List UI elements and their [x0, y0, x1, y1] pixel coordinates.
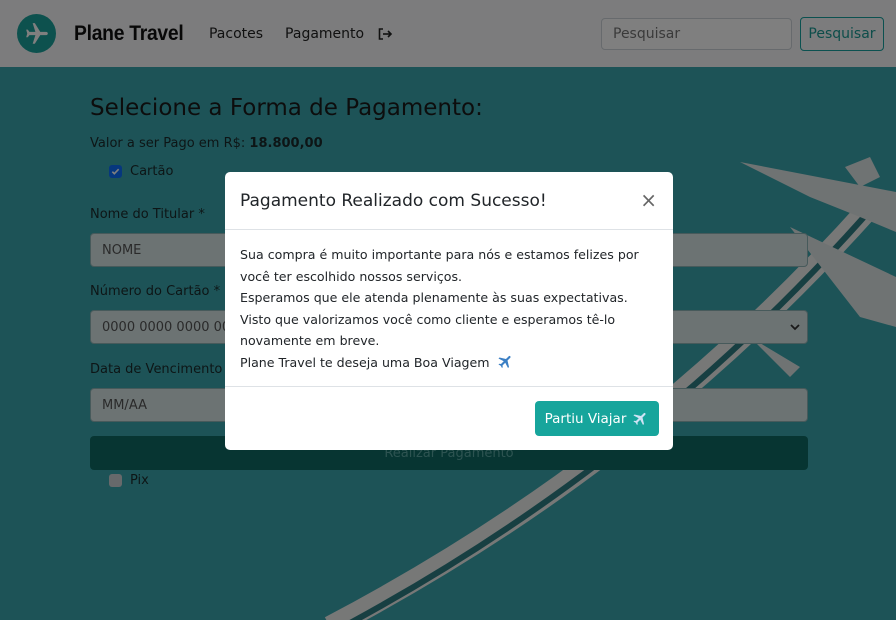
success-modal: Pagamento Realizado com Sucesso! × Sua c…	[225, 172, 673, 450]
modal-title: Pagamento Realizado com Sucesso!	[240, 190, 547, 211]
modal-footer: Partiu Viajar	[225, 386, 673, 450]
modal-paragraph-3: Plane Travel te deseja uma Boa Viagem	[240, 352, 658, 377]
airplane-emoji-icon	[632, 410, 649, 427]
confirm-travel-label: Partiu Viajar	[544, 410, 627, 427]
modal-paragraph-2: Esperamos que ele atenda plenamente às s…	[240, 290, 628, 348]
modal-header: Pagamento Realizado com Sucesso! ×	[225, 172, 673, 230]
modal-farewell-text: Plane Travel te deseja uma Boa Viagem	[240, 354, 490, 370]
confirm-travel-button[interactable]: Partiu Viajar	[535, 401, 659, 436]
airplane-emoji-icon	[497, 353, 514, 377]
modal-body: Sua compra é muito importante para nós e…	[225, 230, 673, 374]
close-icon[interactable]: ×	[640, 190, 657, 210]
modal-paragraph-1: Sua compra é muito importante para nós e…	[240, 247, 639, 284]
